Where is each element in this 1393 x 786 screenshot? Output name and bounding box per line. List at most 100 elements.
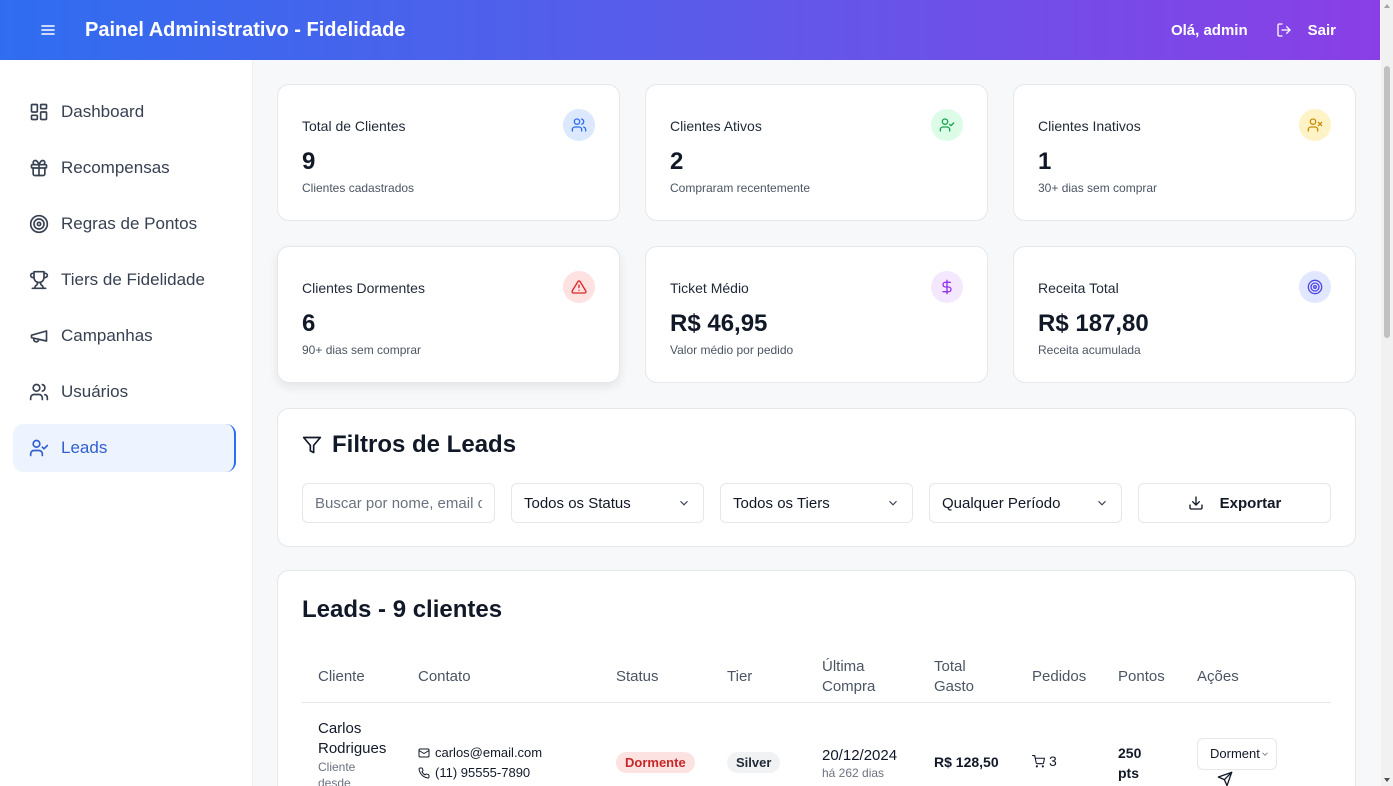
stat-subtitle: 90+ dias sem comprar bbox=[302, 343, 422, 357]
cell-acoes: Dormente bbox=[1181, 702, 1331, 786]
chevron-down-icon bbox=[889, 500, 897, 506]
tier-badge: Silver bbox=[727, 752, 781, 773]
logout-button[interactable]: Sair bbox=[1276, 22, 1336, 39]
hamburger-icon bbox=[41, 25, 55, 35]
target-icon bbox=[1299, 271, 1331, 303]
sidebar-item-regras-de-pontos[interactable]: Regras de Pontos bbox=[13, 200, 236, 248]
sidebar-item-tiers[interactable]: Tiers de Fidelidade bbox=[13, 256, 236, 304]
send-message-button[interactable] bbox=[1217, 771, 1233, 786]
stat-value: 1 bbox=[1038, 148, 1052, 175]
stat-subtitle: Receita acumulada bbox=[1038, 343, 1141, 357]
sidebar-item-label: Regras de Pontos bbox=[61, 214, 198, 233]
stat-card-total-clientes: Total de Clientes 9 Clientes cadastrados bbox=[277, 84, 620, 221]
filters-card: Filtros de Leads Todos os Status Todos o… bbox=[277, 408, 1356, 547]
column-header-acoes: Ações bbox=[1181, 652, 1331, 703]
cell-contato: carlos@email.com (11) 95555-7890 bbox=[402, 702, 600, 786]
tier-select[interactable]: Todos os Tiers bbox=[720, 483, 913, 523]
period-select[interactable]: Qualquer Período bbox=[929, 483, 1122, 523]
search-input[interactable] bbox=[315, 494, 482, 512]
dollar-icon bbox=[931, 271, 963, 303]
target-icon bbox=[29, 214, 49, 234]
sidebar-item-label: Usuários bbox=[61, 382, 129, 401]
stat-label: Clientes Dormentes bbox=[302, 280, 425, 296]
stat-label: Ticket Médio bbox=[670, 280, 749, 296]
scroll-down-arrow-icon bbox=[1384, 778, 1390, 782]
cell-pedidos: 3 bbox=[1016, 702, 1102, 786]
sidebar: Dashboard Recompensas Regras de Pontos T… bbox=[0, 60, 253, 786]
stat-card-clientes-inativos: Clientes Inativos 1 30+ dias sem comprar bbox=[1013, 84, 1356, 221]
last-purchase-date: 20/12/2024 bbox=[822, 746, 898, 764]
users-icon bbox=[29, 383, 49, 401]
sidebar-nav: Dashboard Recompensas Regras de Pontos T… bbox=[0, 88, 252, 472]
stat-value: R$ 46,95 bbox=[670, 310, 768, 337]
stat-label: Receita Total bbox=[1038, 280, 1119, 296]
tier-select-value: Todos os Tiers bbox=[733, 494, 830, 512]
logout-label: Sair bbox=[1307, 21, 1336, 39]
sidebar-item-label: Campanhas bbox=[61, 326, 153, 345]
sidebar-item-leads[interactable]: Leads bbox=[13, 424, 236, 472]
scroll-up-arrow-icon bbox=[1384, 4, 1390, 8]
cart-icon bbox=[1032, 754, 1045, 768]
sidebar-item-usuarios[interactable]: Usuários bbox=[13, 368, 236, 416]
client-name: Carlos Rodrigues bbox=[318, 719, 387, 757]
column-header-ultima-compra[interactable]: Última Compra bbox=[806, 652, 918, 703]
sidebar-item-campanhas[interactable]: Campanhas bbox=[13, 312, 236, 360]
sidebar-item-dashboard[interactable]: Dashboard bbox=[13, 88, 236, 136]
leads-table: Cliente Contato Status Tier Última Compr… bbox=[302, 652, 1331, 786]
status-select[interactable]: Todos os Status bbox=[511, 483, 704, 523]
filter-icon bbox=[302, 436, 322, 454]
column-header-contato[interactable]: Contato bbox=[402, 652, 600, 703]
dashboard-icon bbox=[30, 103, 48, 121]
chevron-down-icon bbox=[680, 500, 688, 506]
stat-value: R$ 187,80 bbox=[1038, 310, 1149, 337]
points-value: 250 pts bbox=[1118, 744, 1142, 781]
column-header-tier[interactable]: Tier bbox=[711, 652, 806, 703]
column-header-total-gasto[interactable]: Total Gasto bbox=[918, 652, 1016, 703]
alert-triangle-icon bbox=[563, 271, 595, 303]
column-header-pontos[interactable]: Pontos bbox=[1102, 652, 1181, 703]
sidebar-item-label: Dashboard bbox=[61, 102, 145, 121]
filters-title: Filtros de Leads bbox=[302, 431, 1331, 459]
column-header-status[interactable]: Status bbox=[600, 652, 711, 703]
stat-card-clientes-ativos: Clientes Ativos 2 Compraram recentemente bbox=[645, 84, 988, 221]
app-title: Painel Administrativo - Fidelidade bbox=[85, 18, 406, 41]
sidebar-item-label: Leads bbox=[61, 438, 108, 457]
period-select-value: Qualquer Período bbox=[942, 494, 1061, 512]
export-label: Exportar bbox=[1219, 494, 1282, 512]
stats-grid: Total de Clientes 9 Clientes cadastrados… bbox=[277, 84, 1356, 383]
status-action-select[interactable]: Dormente bbox=[1197, 737, 1277, 770]
cell-ultima-compra: 20/12/2024 há 262 dias bbox=[806, 702, 918, 786]
table-row: Carlos Rodrigues Cliente desde 01/11/202… bbox=[302, 702, 1331, 786]
stat-label: Total de Clientes bbox=[302, 118, 406, 134]
menu-toggle-button[interactable] bbox=[28, 10, 68, 50]
stat-card-ticket-medio: Ticket Médio R$ 46,95 Valor médio por pe… bbox=[645, 246, 988, 383]
user-x-icon bbox=[1299, 109, 1331, 141]
page-scrollbar[interactable] bbox=[1381, 0, 1393, 786]
trophy-icon bbox=[29, 270, 49, 290]
export-button[interactable]: Exportar bbox=[1138, 483, 1331, 523]
user-check-icon bbox=[29, 439, 49, 457]
user-check-icon bbox=[931, 109, 963, 141]
stat-subtitle: Compraram recentemente bbox=[670, 181, 811, 195]
stat-value: 2 bbox=[670, 148, 684, 175]
client-phone: (11) 95555-7890 bbox=[435, 764, 531, 780]
sidebar-item-label: Recompensas bbox=[61, 158, 170, 177]
scrollbar-thumb[interactable] bbox=[1384, 66, 1390, 338]
stat-subtitle: Clientes cadastrados bbox=[302, 181, 415, 195]
filters-title-text: Filtros de Leads bbox=[332, 431, 517, 458]
cell-cliente: Carlos Rodrigues Cliente desde 01/11/202… bbox=[302, 702, 402, 786]
phone-icon bbox=[418, 766, 430, 778]
users-icon bbox=[563, 109, 595, 141]
mail-icon bbox=[418, 748, 430, 757]
top-header: Painel Administrativo - Fidelidade Olá, … bbox=[0, 0, 1380, 60]
sidebar-item-recompensas[interactable]: Recompensas bbox=[13, 144, 236, 192]
phone-line: (11) 95555-7890 bbox=[418, 763, 584, 783]
column-header-pedidos[interactable]: Pedidos bbox=[1016, 652, 1102, 703]
cell-pontos: 250 pts bbox=[1102, 702, 1181, 786]
filters-row: Todos os Status Todos os Tiers Qualquer … bbox=[302, 483, 1331, 523]
download-icon bbox=[1188, 496, 1203, 510]
stat-subtitle: 30+ dias sem comprar bbox=[1038, 181, 1158, 195]
logout-icon bbox=[1276, 23, 1291, 37]
last-purchase-ago: há 262 dias bbox=[822, 765, 885, 780]
column-header-cliente[interactable]: Cliente bbox=[302, 652, 402, 703]
